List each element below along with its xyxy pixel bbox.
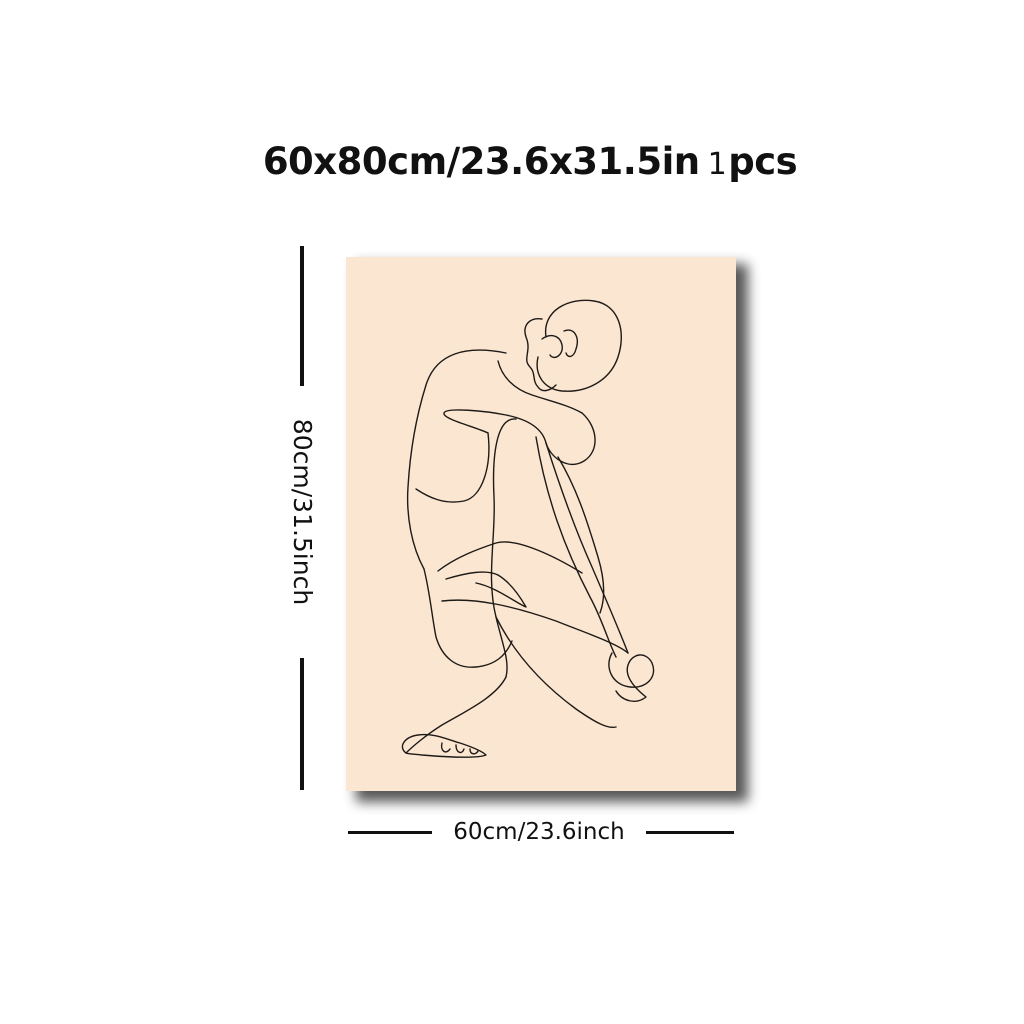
- size-heading: 60x80cm/23.6x31.5in 1pcs: [0, 138, 1024, 189]
- quantity-number: 1: [707, 147, 727, 182]
- knee-curve: [557, 456, 605, 614]
- face-profile: [524, 318, 557, 392]
- eye-detail: [541, 334, 563, 359]
- width-label: 60cm/23.6inch: [453, 819, 625, 845]
- product-size-diagram: 60x80cm/23.6x31.5in 1pcs 80cm/31.5inch 6…: [0, 0, 1024, 1024]
- height-dimension-line-top: [300, 246, 304, 386]
- height-label: 80cm/31.5inch: [288, 418, 317, 606]
- line-art-drawing: [401, 299, 655, 759]
- toes: [440, 742, 479, 755]
- height-dimension-line-bottom: [300, 658, 304, 790]
- thigh-upper: [437, 541, 583, 574]
- shin-back: [490, 418, 517, 678]
- arm-down: [415, 432, 490, 503]
- width-dimension-line-left: [348, 831, 432, 834]
- back-line: [406, 349, 507, 570]
- seat-curve: [423, 568, 513, 668]
- hand: [608, 652, 655, 702]
- width-dimension-line-right: [646, 831, 734, 834]
- thigh-lower: [441, 599, 629, 654]
- upper-arm: [443, 409, 596, 466]
- forearm: [535, 436, 617, 658]
- ear-detail: [563, 329, 578, 358]
- head-outline: [536, 299, 622, 392]
- leg-cross: [495, 616, 617, 729]
- size-text: 60x80cm/23.6x31.5in: [262, 140, 700, 183]
- quantity-unit: pcs: [728, 140, 798, 183]
- neck-line: [497, 360, 583, 414]
- canvas-print: [346, 257, 736, 791]
- hip-fold: [445, 571, 527, 608]
